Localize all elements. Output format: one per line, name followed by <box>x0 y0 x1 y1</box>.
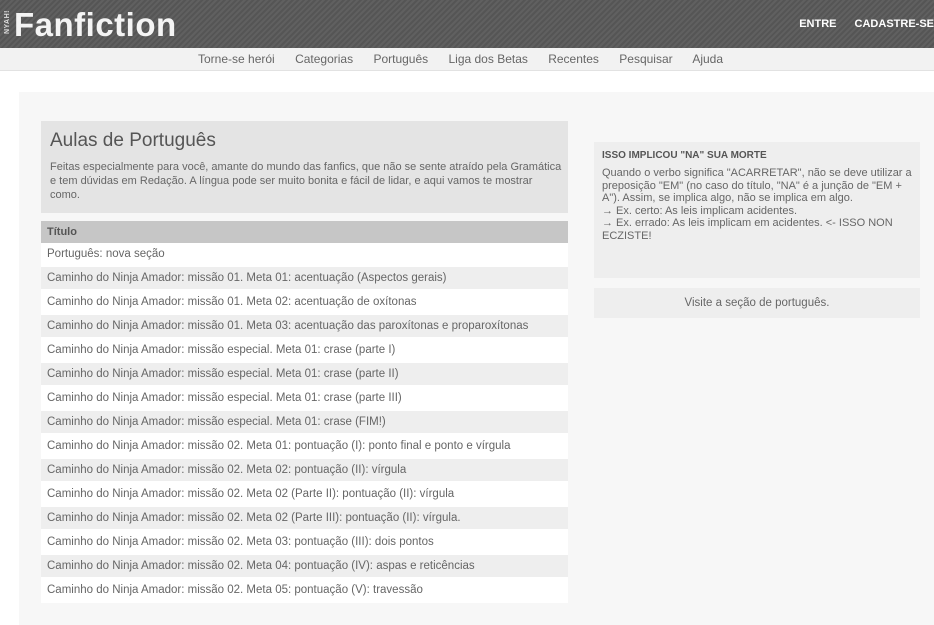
top-bar: NYAH! Fanfiction ENTRE CADASTRE-SE <box>0 0 934 48</box>
table-row[interactable]: Caminho do Ninja Amador: missão 02. Meta… <box>41 555 568 579</box>
table-row[interactable]: Português: nova seção <box>41 243 568 267</box>
login-link[interactable]: ENTRE <box>799 18 836 30</box>
visit-portuguese-link[interactable]: Visite a seção de português. <box>594 288 920 318</box>
table-row[interactable]: Caminho do Ninja Amador: missão 02. Meta… <box>41 483 568 507</box>
nav-item-ajuda[interactable]: Ajuda <box>692 52 723 66</box>
signup-link[interactable]: CADASTRE-SE <box>855 18 934 30</box>
main-nav: Torne-se herói Categorias Português Liga… <box>0 48 934 71</box>
page-title: Aulas de Português <box>50 130 216 151</box>
table-row[interactable]: Caminho do Ninja Amador: missão 01. Meta… <box>41 267 568 291</box>
auth-links: ENTRE CADASTRE-SE <box>784 18 934 30</box>
table-row[interactable]: Caminho do Ninja Amador: missão 02. Meta… <box>41 531 568 555</box>
tip-line: Quando o verbo significa "ACARRETAR", nã… <box>602 167 912 204</box>
table-row[interactable]: Caminho do Ninja Amador: missão 01. Meta… <box>41 315 568 339</box>
table-row[interactable]: Caminho do Ninja Amador: missão especial… <box>41 411 568 435</box>
table-row[interactable]: Caminho do Ninja Amador: missão especial… <box>41 387 568 411</box>
nav-item-categorias[interactable]: Categorias <box>295 52 353 66</box>
section-header: Aulas de Português Feitas especialmente … <box>41 121 568 213</box>
table-row[interactable]: Caminho do Ninja Amador: missão especial… <box>41 363 568 387</box>
nav-item-pesquisar[interactable]: Pesquisar <box>619 52 672 66</box>
nav-item-torne-se-heroi[interactable]: Torne-se herói <box>198 52 275 66</box>
table-row[interactable]: Caminho do Ninja Amador: missão 02. Meta… <box>41 435 568 459</box>
tip-body: Quando o verbo significa "ACARRETAR", nã… <box>602 167 916 242</box>
site-logo[interactable]: Fanfiction <box>14 6 177 44</box>
table-row[interactable]: Caminho do Ninja Amador: missão 02. Meta… <box>41 507 568 531</box>
nav-item-recentes[interactable]: Recentes <box>548 52 599 66</box>
page-description: Feitas especialmente para você, amante d… <box>50 161 562 201</box>
tip-title: ISSO IMPLICOU "NA" SUA MORTE <box>602 150 767 161</box>
table-row[interactable]: Caminho do Ninja Amador: missão 01. Meta… <box>41 291 568 315</box>
tip-line: → Ex. errado: As leis implicam em aciden… <box>602 217 893 242</box>
nav-item-liga-dos-betas[interactable]: Liga dos Betas <box>448 52 527 66</box>
table-row[interactable]: Caminho do Ninja Amador: missão 02. Meta… <box>41 459 568 483</box>
table-row[interactable]: Caminho do Ninja Amador: missão 02. Meta… <box>41 579 568 603</box>
tip-box: ISSO IMPLICOU "NA" SUA MORTE Quando o ve… <box>594 142 920 278</box>
lessons-table: Título Português: nova seção Caminho do … <box>41 221 568 603</box>
table-row[interactable]: Caminho do Ninja Amador: missão especial… <box>41 339 568 363</box>
table-header-title: Título <box>41 221 568 243</box>
brand-small-label: NYAH! <box>4 10 11 35</box>
nav-item-portugues[interactable]: Português <box>373 52 428 66</box>
tip-line: → Ex. certo: As leis implicam acidentes. <box>602 204 798 217</box>
